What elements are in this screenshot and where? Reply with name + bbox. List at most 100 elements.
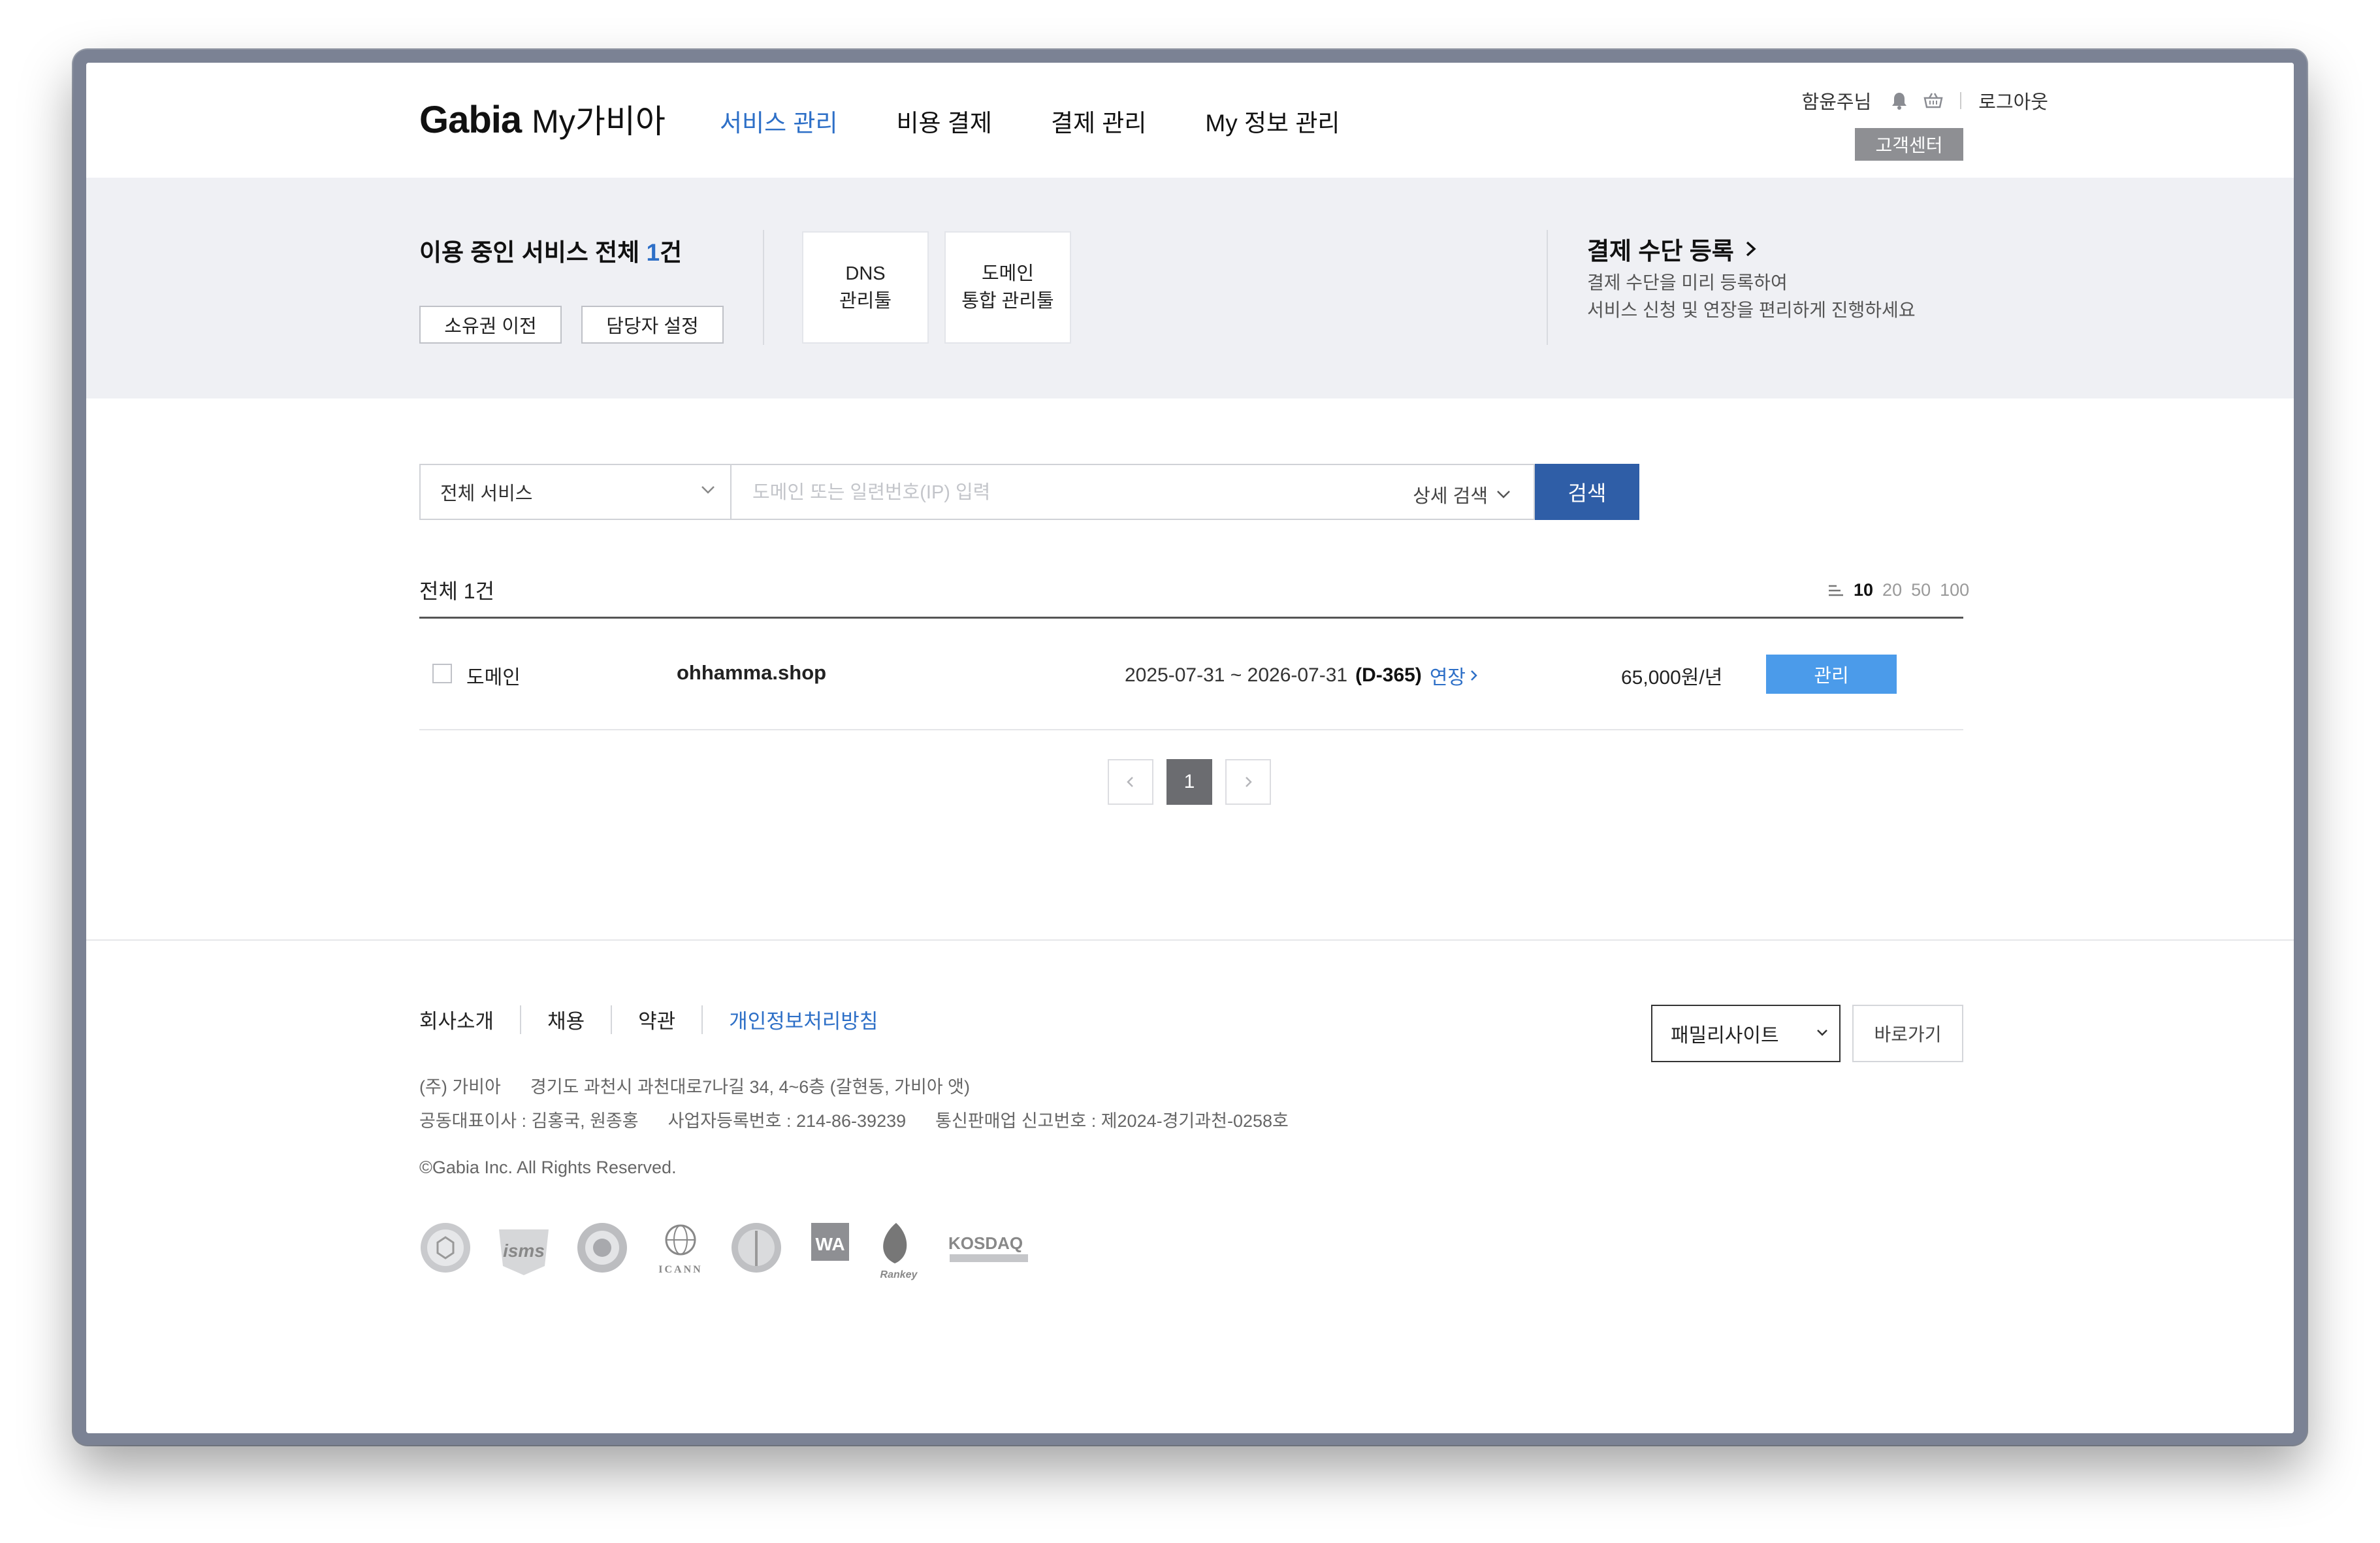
csap-seal-logo <box>577 1223 627 1273</box>
ownership-transfer-button[interactable]: 소유권 이전 <box>419 306 562 344</box>
list-total-count: 전체 1건 <box>419 579 495 603</box>
nav-service-management[interactable]: 서비스 관리 <box>720 103 837 138</box>
svg-text:ICANN: ICANN <box>658 1264 702 1275</box>
service-count-prefix: 이용 중인 서비스 전체 <box>419 239 647 266</box>
search-box: 상세 검색 <box>732 464 1535 520</box>
footer-address: (주) 가비아 경기도 과천시 과천대로7나길 34, 4~6층 (갈현동, 가… <box>419 1077 970 1097</box>
svg-text:KOSDAQ: KOSDAQ <box>948 1233 1023 1253</box>
service-type-select[interactable]: 전체 서비스 <box>419 464 732 520</box>
main-nav: 서비스 관리 비용 결제 결제 관리 My 정보 관리 <box>720 103 1398 138</box>
nav-payment-management[interactable]: 결제 관리 <box>1051 103 1146 138</box>
chevron-right-icon <box>1746 241 1756 257</box>
payment-desc-line1: 결제 수단을 미리 등록하여 <box>1587 272 1788 293</box>
footer-separator <box>701 1005 703 1034</box>
page-size-100[interactable]: 100 <box>1940 580 1969 600</box>
certification-logos: isms ICANN WA Rankey KOSDAQ <box>421 1223 1028 1280</box>
chevron-down-icon <box>1817 1030 1827 1036</box>
payment-desc-line2: 서비스 신청 및 연장을 편리하게 진행하세요 <box>1587 300 1916 320</box>
list-top-border <box>419 617 1963 619</box>
app-frame: Gabia My가비아 서비스 관리 비용 결제 결제 관리 My 정보 관리 … <box>86 63 2294 1433</box>
family-site-select[interactable]: 패밀리사이트 <box>1651 1005 1841 1062</box>
cart-icon[interactable] <box>1923 91 1943 110</box>
svg-text:Rankey: Rankey <box>880 1269 918 1280</box>
footer-divider <box>86 939 2294 941</box>
chevron-left-icon <box>1127 777 1133 787</box>
renew-label: 연장 <box>1429 667 1466 689</box>
row-period-dates: 2025-07-31 ~ 2026-07-31 <box>1125 664 1348 686</box>
advanced-search-label: 상세 검색 <box>1413 486 1488 507</box>
manager-setting-button[interactable]: 담당자 설정 <box>581 306 724 344</box>
top-header: Gabia My가비아 서비스 관리 비용 결제 결제 관리 My 정보 관리 … <box>86 63 2294 178</box>
footer-copyright: ©Gabia Inc. All Rights Reserved. <box>419 1158 677 1177</box>
logo-brand: Gabia <box>419 99 522 141</box>
kosdaq-logo: KOSDAQ <box>948 1233 1028 1262</box>
page-size-10[interactable]: 10 <box>1854 580 1873 600</box>
payment-method-title: 결제 수단 등록 <box>1587 238 1734 265</box>
manage-button[interactable]: 관리 <box>1766 655 1897 694</box>
svg-text:isms: isms <box>503 1241 545 1261</box>
util-divider <box>1960 92 1962 109</box>
customer-center-button[interactable]: 고객센터 <box>1855 128 1963 161</box>
domain-tool-line2: 통합 관리툴 <box>961 291 1054 312</box>
page-size-20[interactable]: 20 <box>1882 580 1902 600</box>
domain-integrated-tool[interactable]: 도메인 통합 관리툴 <box>944 231 1071 344</box>
user-name[interactable]: 함윤주님 <box>1802 87 1872 114</box>
service-count-title: 이용 중인 서비스 전체 1건 <box>419 233 682 268</box>
list-lines-icon <box>1829 585 1843 596</box>
logo[interactable]: Gabia My가비아 <box>419 95 666 141</box>
footer-link-privacy[interactable]: 개인정보처리방침 <box>729 1005 878 1034</box>
search-input[interactable] <box>751 465 1342 520</box>
pagination-page-1[interactable]: 1 <box>1166 759 1212 805</box>
service-type-value: 전체 서비스 <box>440 483 533 504</box>
dns-tool-line2: 관리툴 <box>839 291 892 312</box>
dns-management-tool[interactable]: DNS 관리툴 <box>802 231 929 344</box>
band-divider <box>763 230 764 345</box>
row-period: 2025-07-31 ~ 2026-07-31 (D-365) 연장 <box>1125 661 1479 690</box>
page-size-selector: 10 20 50 100 <box>1827 580 1969 600</box>
icann-logo: ICANN <box>658 1224 702 1275</box>
chevron-down-icon <box>1497 491 1510 498</box>
payment-method-register-link[interactable]: 결제 수단 등록 <box>1587 231 1759 267</box>
web-award-logo: WA <box>811 1223 849 1261</box>
svg-text:WA: WA <box>815 1234 844 1254</box>
row-price: 65,000원/년 <box>1621 667 1723 689</box>
footer-link-company[interactable]: 회사소개 <box>419 1005 494 1034</box>
rankey-logo: Rankey <box>880 1223 918 1280</box>
utility-bar: 함윤주님 로그아웃 <box>1713 88 2048 114</box>
row-checkbox[interactable] <box>432 664 452 683</box>
nav-my-info[interactable]: My 정보 관리 <box>1205 103 1340 138</box>
service-count-suffix: 건 <box>660 239 683 266</box>
domain-tool-line1: 도메인 <box>981 263 1035 284</box>
row-domain-name[interactable]: ohhamma.shop <box>677 661 826 685</box>
payment-method-description: 결제 수단을 미리 등록하여 서비스 신청 및 연장을 편리하게 진행하세요 <box>1587 269 1916 324</box>
dns-tool-line1: DNS <box>845 263 886 284</box>
footer-separator <box>611 1005 613 1034</box>
row-service-type: 도메인 <box>466 667 521 689</box>
footer-link-careers[interactable]: 채용 <box>547 1005 585 1034</box>
renew-link[interactable]: 연장 <box>1430 661 1479 690</box>
footer-link-terms[interactable]: 약관 <box>638 1005 675 1034</box>
row-dday: (D-365) <box>1355 664 1422 686</box>
chevron-right-icon <box>1246 777 1252 787</box>
family-site-label: 패밀리사이트 <box>1671 1025 1779 1047</box>
family-site-go-button[interactable]: 바로가기 <box>1852 1005 1963 1062</box>
footer-nav: 회사소개 채용 약관 개인정보처리방침 <box>419 1005 878 1034</box>
privacy-seal-logo <box>421 1223 470 1273</box>
pagination-next[interactable] <box>1225 759 1271 805</box>
nav-billing-payment[interactable]: 비용 결제 <box>896 103 991 138</box>
service-count-number: 1 <box>646 239 660 266</box>
advanced-search-toggle[interactable]: 상세 검색 <box>1413 481 1511 508</box>
footer-separator <box>520 1005 522 1034</box>
award-seal-logo <box>732 1223 781 1273</box>
bell-icon[interactable] <box>1890 91 1909 110</box>
page-size-50[interactable]: 50 <box>1911 580 1931 600</box>
logout-link[interactable]: 로그아웃 <box>1978 87 2048 114</box>
chevron-down-icon <box>701 486 715 494</box>
footer-registration: 공동대표이사 : 김홍국, 원종홍 사업자등록번호 : 214-86-39239… <box>419 1111 1289 1131</box>
pagination-prev[interactable] <box>1108 759 1153 805</box>
band-divider-right <box>1547 230 1548 345</box>
row-divider <box>419 729 1963 730</box>
service-summary-band: 이용 중인 서비스 전체 1건 소유권 이전 담당자 설정 DNS 관리툴 도메… <box>86 178 2294 398</box>
search-button[interactable]: 검색 <box>1535 464 1639 520</box>
chevron-right-icon <box>1471 670 1477 681</box>
